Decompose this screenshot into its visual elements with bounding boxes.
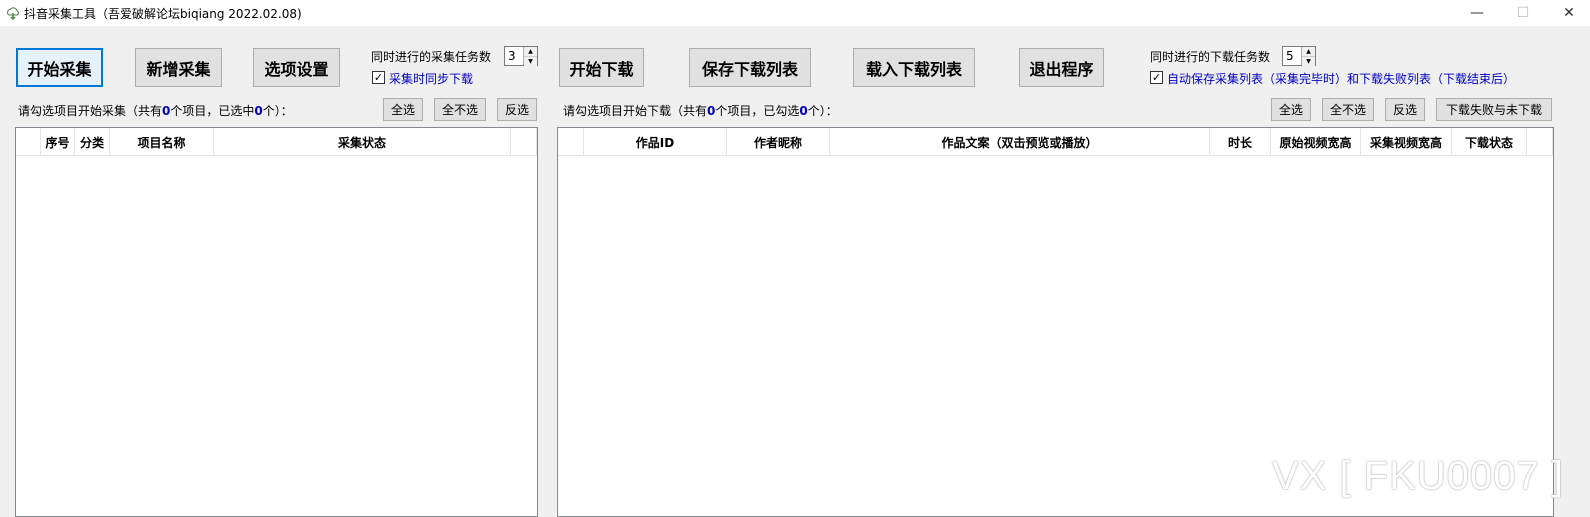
- watermark-text: VX [ FKU0007 ]: [1272, 454, 1564, 498]
- collect-status-text: 请勾选项目开始采集（共有0个项目，已选中0个）：: [18, 104, 293, 118]
- window-title: 抖音采集工具（吾爱破解论坛biqiang 2022.02.08): [24, 7, 302, 21]
- app-icon: [7, 7, 19, 20]
- download-select-none-button[interactable]: 全不选: [1322, 98, 1374, 121]
- collect-concurrency-stepper[interactable]: 3 ▲ ▼: [504, 46, 538, 66]
- column-header-duration[interactable]: 时长: [1210, 128, 1271, 156]
- checkmark-icon: ✓: [373, 71, 384, 84]
- column-header-work-caption[interactable]: 作品文案（双击预览或播放）: [830, 128, 1210, 156]
- download-concurrency-label: 同时进行的下载任务数: [1150, 50, 1271, 64]
- download-status-text: 请勾选项目开始下载（共有0个项目，已勾选0个）：: [563, 104, 838, 118]
- exit-button[interactable]: 退出程序: [1019, 48, 1104, 87]
- start-download-button[interactable]: 开始下载: [559, 48, 644, 87]
- column-header-category[interactable]: 分类: [75, 128, 110, 156]
- collect-list-header: 序号 分类 项目名称 采集状态: [16, 128, 537, 156]
- collect-selected-count: 0: [254, 104, 263, 118]
- close-button[interactable]: ✕: [1546, 0, 1590, 26]
- collect-select-all-button[interactable]: 全选: [383, 98, 423, 121]
- spin-up-icon[interactable]: ▲: [524, 47, 537, 57]
- download-concurrency-stepper[interactable]: 5 ▲ ▼: [1282, 46, 1316, 66]
- column-header-check[interactable]: [16, 128, 41, 156]
- column-header-author-nickname[interactable]: 作者昵称: [727, 128, 830, 156]
- download-concurrency-value[interactable]: 5: [1283, 47, 1301, 65]
- add-collect-button[interactable]: 新增采集: [135, 48, 222, 87]
- maximize-button[interactable]: ☐: [1500, 0, 1546, 26]
- column-header-collect-status[interactable]: 采集状态: [214, 128, 511, 156]
- column-header-work-id[interactable]: 作品ID: [584, 128, 727, 156]
- sync-download-checkbox[interactable]: ✓: [372, 71, 385, 84]
- start-collect-button[interactable]: 开始采集: [16, 48, 103, 87]
- collect-list[interactable]: 序号 分类 项目名称 采集状态: [15, 127, 538, 517]
- checkmark-icon: ✓: [1151, 71, 1162, 84]
- column-header-filler: [511, 128, 537, 156]
- minimize-button[interactable]: —: [1454, 0, 1500, 26]
- autosave-label: 自动保存采集列表（采集完毕时）和下载失败列表（下载结束后）: [1167, 72, 1516, 86]
- options-button[interactable]: 选项设置: [253, 48, 340, 87]
- spin-down-icon[interactable]: ▼: [524, 57, 537, 66]
- collect-select-none-button[interactable]: 全不选: [434, 98, 486, 121]
- load-download-list-button[interactable]: 载入下载列表: [853, 48, 975, 87]
- spin-up-icon[interactable]: ▲: [1302, 47, 1315, 57]
- download-selected-count: 0: [799, 104, 808, 118]
- title-bar: 抖音采集工具（吾爱破解论坛biqiang 2022.02.08) — ☐ ✕: [0, 0, 1590, 26]
- autosave-checkbox[interactable]: ✓: [1150, 71, 1163, 84]
- column-header-original-resolution[interactable]: 原始视频宽高: [1271, 128, 1361, 156]
- column-header-download-status[interactable]: 下载状态: [1452, 128, 1527, 156]
- failed-undownloaded-button[interactable]: 下载失败与未下载: [1436, 98, 1552, 121]
- spin-down-icon[interactable]: ▼: [1302, 57, 1315, 66]
- column-header-filler: [1527, 128, 1553, 156]
- download-list-header: 作品ID 作者昵称 作品文案（双击预览或播放） 时长 原始视频宽高 采集视频宽高…: [558, 128, 1553, 156]
- download-select-all-button[interactable]: 全选: [1271, 98, 1311, 121]
- collect-concurrency-label: 同时进行的采集任务数: [371, 50, 492, 64]
- download-invert-button[interactable]: 反选: [1385, 98, 1425, 121]
- sync-download-label: 采集时同步下载: [389, 72, 474, 86]
- save-download-list-button[interactable]: 保存下载列表: [689, 48, 811, 87]
- column-header-index[interactable]: 序号: [41, 128, 75, 156]
- column-header-check[interactable]: [558, 128, 584, 156]
- collect-invert-button[interactable]: 反选: [497, 98, 537, 121]
- collect-concurrency-value[interactable]: 3: [505, 47, 523, 65]
- column-header-project-name[interactable]: 项目名称: [110, 128, 214, 156]
- column-header-collected-resolution[interactable]: 采集视频宽高: [1361, 128, 1452, 156]
